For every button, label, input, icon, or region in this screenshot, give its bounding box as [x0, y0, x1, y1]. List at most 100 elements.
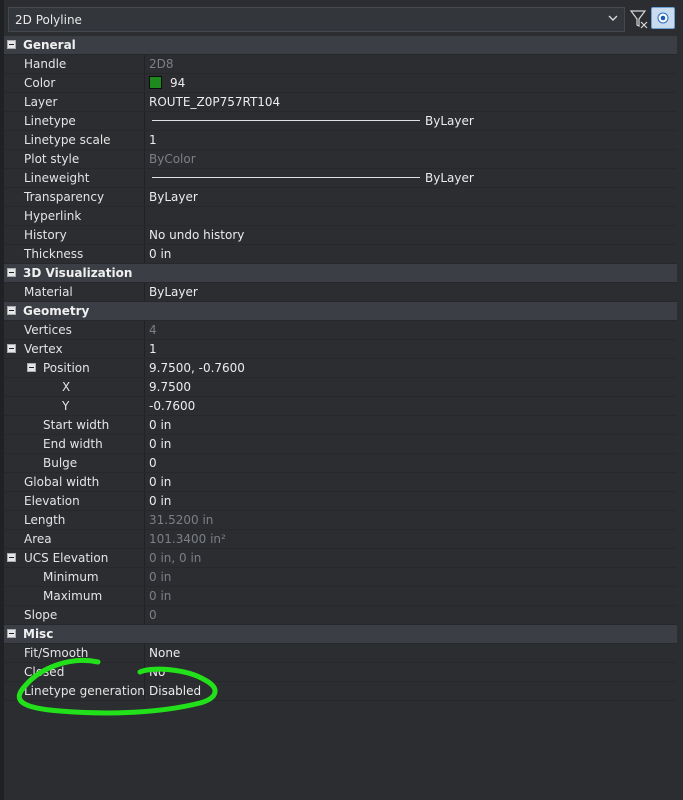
property-row-fit-smooth[interactable]: Fit/Smooth None: [4, 644, 677, 663]
filter-icon[interactable]: [629, 8, 649, 30]
property-name: Transparency: [24, 190, 105, 204]
collapse-icon[interactable]: [7, 629, 16, 638]
property-name: Start width: [43, 418, 110, 432]
property-row-vertices[interactable]: Vertices 4: [4, 321, 677, 340]
category-misc[interactable]: Misc: [4, 625, 677, 644]
property-name: Plot style: [24, 152, 80, 166]
category-geometry[interactable]: Geometry: [4, 302, 677, 321]
property-name: Handle: [24, 57, 67, 71]
property-value[interactable]: 0 in: [149, 437, 171, 451]
property-value[interactable]: 9.7500: [149, 380, 191, 394]
property-row-color[interactable]: Color 94: [4, 74, 677, 93]
property-name: Linetype: [24, 114, 76, 128]
property-name: Color: [24, 76, 56, 90]
property-name: Layer: [24, 95, 58, 109]
property-value: 0 in, 0 in: [149, 551, 202, 565]
property-value[interactable]: 0 in: [149, 247, 171, 261]
collapse-icon[interactable]: [7, 553, 16, 562]
category-label: General: [23, 38, 76, 52]
property-row-area[interactable]: Area 101.3400 in²: [4, 530, 677, 549]
property-value[interactable]: No: [149, 665, 165, 679]
object-type-dropdown[interactable]: 2D Polyline: [8, 7, 625, 32]
property-name: Slope: [24, 608, 58, 622]
property-name: History: [24, 228, 67, 242]
property-value: ByColor: [149, 152, 196, 166]
property-name: Linetype generation: [24, 684, 145, 698]
property-row-end-width[interactable]: End width 0 in: [4, 435, 677, 454]
property-name: Linetype scale: [24, 133, 111, 147]
property-value[interactable]: 0 in: [149, 418, 171, 432]
collapse-icon[interactable]: [27, 363, 36, 372]
property-row-length[interactable]: Length 31.5200 in: [4, 511, 677, 530]
property-row-closed[interactable]: Closed No: [4, 663, 677, 682]
property-row-material[interactable]: Material ByLayer: [4, 283, 677, 302]
property-row-y[interactable]: Y -0.7600: [4, 397, 677, 416]
object-type-label: 2D Polyline: [15, 13, 82, 27]
property-value[interactable]: 0: [149, 456, 157, 470]
property-row-position[interactable]: Position 9.7500, -0.7600: [4, 359, 677, 378]
property-row-plot-style[interactable]: Plot style ByColor: [4, 150, 677, 169]
property-row-global-width[interactable]: Global width 0 in: [4, 473, 677, 492]
property-row-maximum[interactable]: Maximum 0 in: [4, 587, 677, 606]
collapse-icon[interactable]: [7, 306, 16, 315]
collapse-icon[interactable]: [7, 268, 16, 277]
properties-panel: 2D Polyline General Handle 2D8 Color 94 …: [0, 0, 683, 800]
category-label: 3D Visualization: [23, 266, 133, 280]
property-value[interactable]: ROUTE_Z0P757RT104: [149, 95, 280, 109]
property-value[interactable]: 1: [149, 133, 157, 147]
property-value[interactable]: -0.7600: [149, 399, 195, 413]
property-name: Minimum: [43, 570, 99, 584]
property-value[interactable]: ByLayer: [149, 171, 474, 185]
property-value[interactable]: No undo history: [149, 228, 244, 242]
property-row-layer[interactable]: Layer ROUTE_Z0P757RT104: [4, 93, 677, 112]
category-label: Geometry: [23, 304, 90, 318]
property-row-lineweight[interactable]: Lineweight ByLayer: [4, 169, 677, 188]
property-row-vertex[interactable]: Vertex 1: [4, 340, 677, 359]
property-row-x[interactable]: X 9.7500: [4, 378, 677, 397]
property-value[interactable]: 0 in: [149, 494, 171, 508]
quick-select-button[interactable]: [651, 7, 675, 29]
property-value[interactable]: Disabled: [149, 684, 201, 698]
property-name: Thickness: [24, 247, 84, 261]
property-row-thickness[interactable]: Thickness 0 in: [4, 245, 677, 264]
color-swatch: [149, 76, 162, 89]
property-row-linetype-scale[interactable]: Linetype scale 1: [4, 131, 677, 150]
property-row-slope[interactable]: Slope 0: [4, 606, 677, 625]
property-value: 0: [149, 608, 157, 622]
category-label: Misc: [23, 627, 54, 641]
property-value[interactable]: None: [149, 646, 180, 660]
lineweight-preview: [152, 177, 420, 178]
property-row-minimum[interactable]: Minimum 0 in: [4, 568, 677, 587]
color-value-text: 94: [170, 76, 186, 90]
property-value[interactable]: ByLayer: [149, 285, 198, 299]
property-row-linetype[interactable]: Linetype ByLayer: [4, 112, 677, 131]
quick-select-icon: [657, 12, 669, 24]
property-name: End width: [43, 437, 103, 451]
property-row-hyperlink[interactable]: Hyperlink: [4, 207, 677, 226]
collapse-icon[interactable]: [7, 344, 16, 353]
property-name: Length: [24, 513, 66, 527]
collapse-icon[interactable]: [7, 40, 16, 49]
property-value[interactable]: ByLayer: [149, 114, 474, 128]
property-value[interactable]: 9.7500, -0.7600: [149, 361, 245, 375]
property-row-ucs-elevation[interactable]: UCS Elevation 0 in, 0 in: [4, 549, 677, 568]
property-value[interactable]: 0 in: [149, 475, 171, 489]
property-value[interactable]: 94: [149, 76, 185, 90]
property-row-history[interactable]: History No undo history: [4, 226, 677, 245]
linetype-preview: [152, 120, 420, 121]
property-name: Bulge: [43, 456, 78, 470]
category-general[interactable]: General: [4, 36, 677, 55]
property-row-start-width[interactable]: Start width 0 in: [4, 416, 677, 435]
property-row-elevation[interactable]: Elevation 0 in: [4, 492, 677, 511]
property-value[interactable]: 1: [149, 342, 157, 356]
property-name: Closed: [24, 665, 65, 679]
property-name: Vertices: [24, 323, 72, 337]
property-row-bulge[interactable]: Bulge 0: [4, 454, 677, 473]
property-value: 2D8: [149, 57, 174, 71]
property-name: X: [62, 380, 71, 394]
property-value[interactable]: ByLayer: [149, 190, 198, 204]
property-row-linetype-generation[interactable]: Linetype generation Disabled: [4, 682, 677, 701]
category-3d-visualization[interactable]: 3D Visualization: [4, 264, 677, 283]
property-row-transparency[interactable]: Transparency ByLayer: [4, 188, 677, 207]
property-row-handle[interactable]: Handle 2D8: [4, 55, 677, 74]
